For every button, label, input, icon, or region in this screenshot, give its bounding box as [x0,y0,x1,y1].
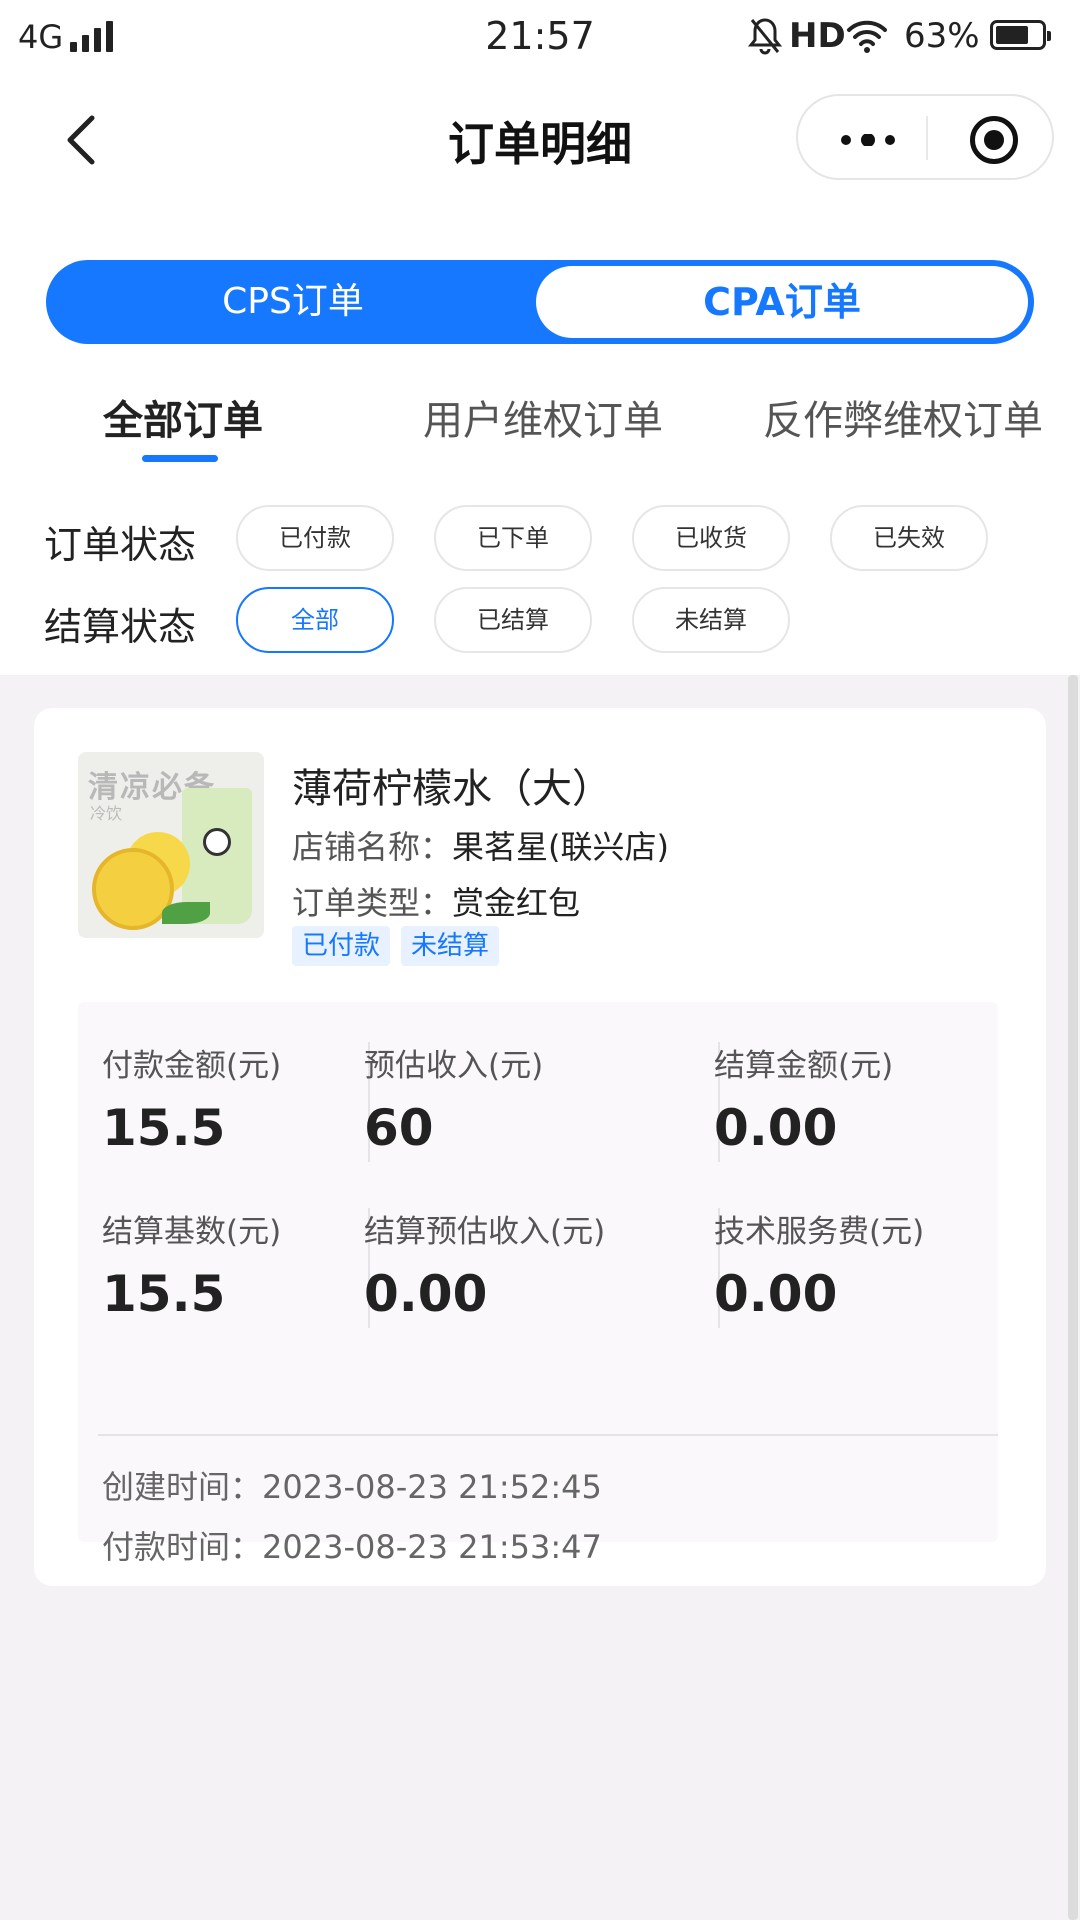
product-image: 清凉必备 冷饮 [78,752,264,938]
chip-unsettled[interactable]: 未结算 [632,587,790,653]
paid-time: 付款时间：2023-08-23 21:53:47 [102,1528,602,1566]
wifi-icon [847,20,887,53]
stat-label: 结算预估收入(元) [364,1214,606,1250]
chip-ordered[interactable]: 已下单 [434,505,592,571]
mint-leaf-graphic [162,902,210,924]
stat-label: 技术服务费(元) [714,1214,925,1250]
order-card[interactable]: 清凉必备 冷饮 薄荷柠檬水（大） 店铺名称：果茗星(联兴店) 订单类型：赏金红包… [34,708,1046,1586]
tab-all-orders[interactable]: 全部订单 [103,388,263,446]
stat-label: 预估收入(元) [364,1048,544,1084]
hd-indicator: HD [789,16,846,56]
shop-row: 店铺名称：果茗星(联兴店) [292,822,669,868]
chip-all[interactable]: 全部 [236,587,394,653]
battery-icon [990,20,1051,50]
capsule-divider [926,116,928,160]
shop-name: 果茗星(联兴店) [452,828,669,866]
stat-value: 0.00 [714,1265,838,1323]
order-stats: 付款金额(元) 15.5 预估收入(元) 60 结算金额(元) 0.00 结算基… [78,1002,998,1566]
stat-value: 60 [364,1099,434,1157]
stat-settlement-estimated-income: 结算预估收入(元) 0.00 [364,1206,624,1323]
tab-cpa-orders[interactable]: CPA订单 [536,266,1028,338]
battery-percent: 63% [904,16,980,56]
active-tab-indicator [142,455,218,462]
mini-program-capsule [796,94,1054,180]
tab-cps-orders[interactable]: CPS订单 [46,260,540,344]
tab-anti-fraud-orders[interactable]: 反作弊维权订单 [763,388,1043,446]
created-time: 创建时间：2023-08-23 21:52:45 [102,1468,602,1506]
stat-payment-amount: 付款金额(元) 15.5 [102,1040,362,1157]
scrollbar[interactable] [1068,675,1078,1920]
stat-value: 15.5 [102,1265,226,1323]
order-type-switch: CPS订单 CPA订单 [46,260,1034,344]
settle-status-label: 结算状态 [44,605,197,649]
order-type-label: 订单类型： [292,884,453,922]
product-image-subcaption: 冷饮 [90,804,123,823]
tab-user-rights-orders[interactable]: 用户维权订单 [423,388,663,446]
stat-value: 0.00 [714,1099,838,1157]
stat-label: 结算金额(元) [714,1048,894,1084]
stat-label: 结算基数(元) [102,1214,282,1250]
stat-settlement-amount: 结算金额(元) 0.00 [714,1040,974,1157]
stat-tech-service-fee: 技术服务费(元) 0.00 [714,1206,974,1323]
stat-settlement-base: 结算基数(元) 15.5 [102,1206,362,1323]
status-badge-paid: 已付款 [292,926,391,966]
mute-bell-icon [748,18,782,55]
stat-estimated-income: 预估收入(元) 60 [364,1040,624,1157]
stats-divider [98,1434,998,1436]
stat-value: 0.00 [364,1265,488,1323]
order-type-row: 订单类型：赏金红包 [292,878,580,924]
status-bar: 4G 21:57 HD 63% [0,0,1080,76]
order-status-label: 订单状态 [44,523,197,567]
close-target-icon[interactable] [970,116,1018,164]
status-badge-unsettled: 未结算 [401,926,500,966]
stat-value: 15.5 [102,1099,226,1157]
chip-expired[interactable]: 已失效 [830,505,988,571]
product-name: 薄荷柠檬水（大） [292,766,612,812]
shop-label: 店铺名称： [292,828,453,866]
chip-settled[interactable]: 已结算 [434,587,592,653]
chip-paid[interactable]: 已付款 [236,505,394,571]
order-type-value: 赏金红包 [452,884,581,922]
chip-received[interactable]: 已收货 [632,505,790,571]
stat-label: 付款金额(元) [102,1048,282,1084]
more-icon[interactable] [838,134,898,146]
